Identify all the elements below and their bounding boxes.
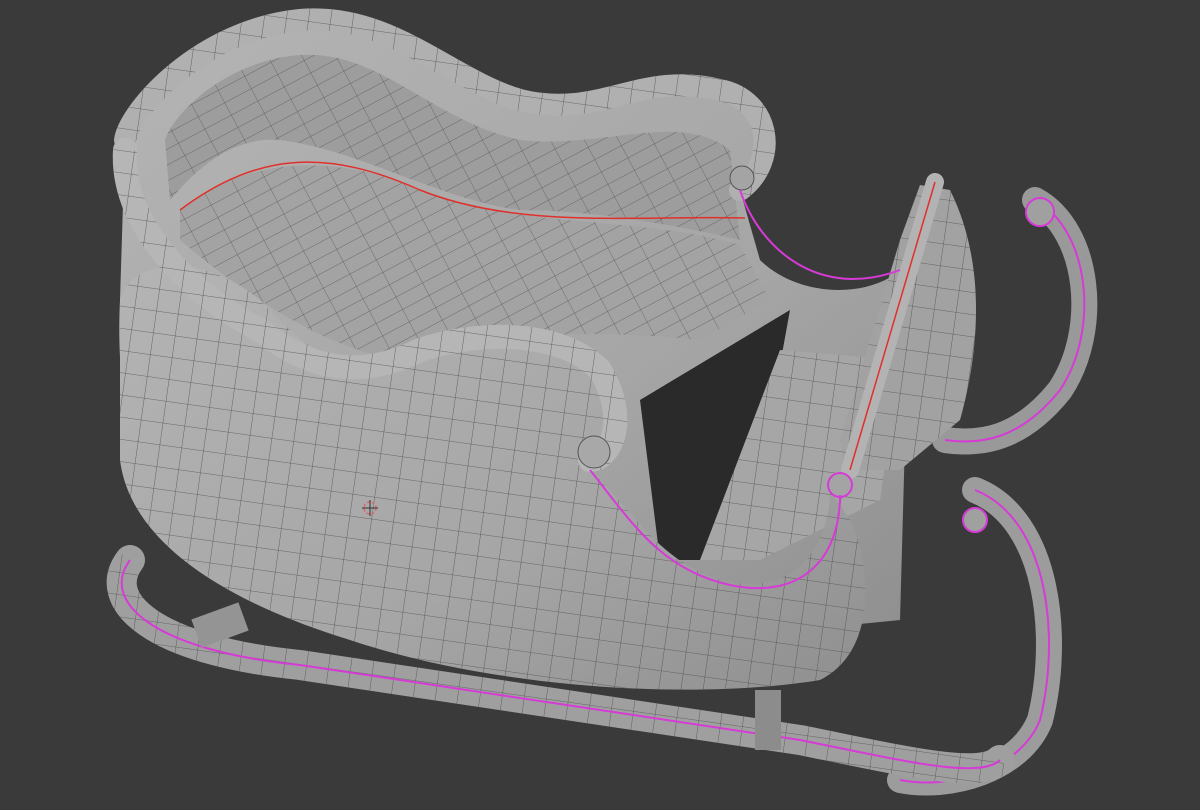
3d-viewport[interactable] [0,0,1200,810]
